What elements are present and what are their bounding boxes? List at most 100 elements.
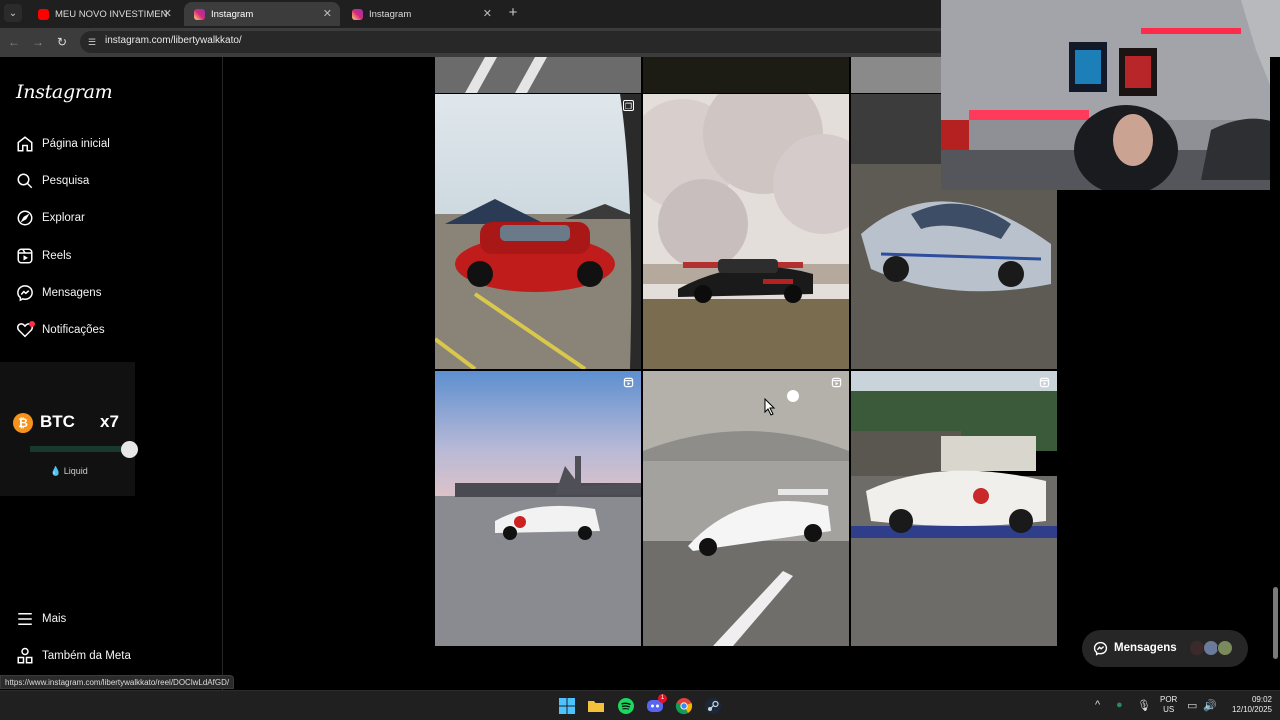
forward-arrow-icon[interactable]: → <box>30 34 46 50</box>
sidebar-item-also-from-meta[interactable]: Também da Meta <box>15 645 131 667</box>
clock-time: 09:02 <box>1251 695 1272 704</box>
post-thumbnail[interactable] <box>643 94 849 369</box>
tab-title: Instagram <box>211 8 254 20</box>
compass-icon <box>15 209 34 228</box>
red-gtr-photo <box>435 94 641 369</box>
tab-title: Instagram <box>369 8 412 20</box>
menu-icon <box>15 610 34 629</box>
f40-airfield-photo <box>435 371 641 646</box>
sidebar-item-label: Reels <box>42 250 72 262</box>
btc-multiplier: x7 <box>100 412 119 431</box>
dark-image <box>643 57 849 93</box>
page-scrollbar[interactable] <box>1270 57 1280 690</box>
btc-asset-label: BTC <box>40 412 75 431</box>
drop-icon: 💧 <box>50 466 62 476</box>
reload-icon[interactable]: ↻ <box>54 34 70 50</box>
sidebar-item-label: Também da Meta <box>42 650 131 662</box>
instagram-icon <box>352 8 363 20</box>
meta-apps-icon <box>15 647 34 666</box>
mouse-cursor-icon <box>764 398 776 416</box>
chrome-icon[interactable] <box>675 697 693 715</box>
tray-app-icon[interactable]: ● <box>1116 699 1123 711</box>
youtube-icon <box>38 8 49 20</box>
tab-instagram[interactable]: Instagram ✕ <box>342 2 500 26</box>
reel-icon <box>623 377 634 388</box>
bitcoin-icon: ₿ <box>13 413 33 433</box>
input-language[interactable]: POR US <box>1160 695 1177 715</box>
asphalt-image <box>435 57 641 93</box>
sidebar-item-notifications[interactable]: Notificações <box>15 319 105 341</box>
tab-title: MEU NOVO INVESTIMENTO NO <box>55 8 167 20</box>
scrollbar-thumb[interactable] <box>1273 587 1278 659</box>
sidebar-item-label: Mensagens <box>42 287 102 299</box>
reel-icon <box>831 377 842 388</box>
post-thumbnail-partial[interactable] <box>435 57 641 93</box>
tab-search-button[interactable]: ⌄ <box>4 4 22 22</box>
messages-label: Mensagens <box>1114 642 1177 654</box>
windows-start-icon[interactable] <box>558 697 576 715</box>
sidebar-item-reels[interactable]: Reels <box>15 245 71 267</box>
countach-tunnel-photo <box>643 371 849 646</box>
leverage-slider-track[interactable] <box>30 446 135 452</box>
instagram-icon <box>194 8 205 20</box>
close-icon[interactable]: ✕ <box>163 7 172 20</box>
silvia-trailer-photo <box>851 371 1057 646</box>
close-icon[interactable]: ✕ <box>323 7 332 20</box>
instagram-logo[interactable]: Instagram <box>16 81 113 103</box>
btc-stream-widget: ₿ BTC x7 💧 Liquid <box>0 362 139 496</box>
webcam-feed <box>941 0 1280 190</box>
home-icon <box>15 135 34 154</box>
post-thumbnail[interactable] <box>643 371 849 646</box>
notification-badge: 1 <box>658 694 667 703</box>
sidebar-item-explore[interactable]: Explorar <box>15 207 85 229</box>
reels-icon <box>15 247 34 266</box>
url-field[interactable]: ☰ instagram.com/libertywalkkato/ <box>80 31 1080 53</box>
spotify-icon[interactable] <box>617 697 635 715</box>
new-tab-button[interactable]: + <box>504 4 522 21</box>
reel-icon <box>1039 377 1050 388</box>
sidebar-item-home[interactable]: Página inicial <box>15 133 110 155</box>
search-icon <box>15 172 34 191</box>
discord-icon[interactable]: 1 <box>646 694 667 715</box>
windows-taskbar: 1 ^ ● 🎙 POR US ▭ 🔊 09:02 12/10/2025 <box>0 690 1280 720</box>
post-thumbnail[interactable] <box>851 371 1057 646</box>
steam-icon[interactable] <box>704 697 722 715</box>
liquid-brand: 💧 Liquid <box>50 466 88 477</box>
chevron-up-icon[interactable]: ^ <box>1095 699 1100 711</box>
webcam-overlay <box>941 0 1280 190</box>
sidebar-item-label: Página inicial <box>42 138 110 150</box>
carousel-icon: ❐ <box>623 100 634 111</box>
system-clock[interactable]: 09:02 12/10/2025 <box>1224 695 1272 715</box>
messenger-icon <box>15 284 34 303</box>
avatar <box>1217 640 1233 656</box>
messenger-icon <box>1093 641 1108 656</box>
sidebar-item-label: Notificações <box>42 324 105 336</box>
url-text: instagram.com/libertywalkkato/ <box>105 35 242 46</box>
tab-instagram-active[interactable]: Instagram ✕ <box>184 2 340 26</box>
sidebar-item-messages[interactable]: Mensagens <box>15 282 101 304</box>
volume-icon[interactable]: 🔊 <box>1203 699 1217 712</box>
language-code: POR <box>1160 695 1178 704</box>
post-thumbnail-partial[interactable] <box>851 57 941 93</box>
gray-image <box>851 57 941 93</box>
display-icon[interactable]: ▭ <box>1187 699 1197 712</box>
liquid-label: Liquid <box>63 466 88 476</box>
sidebar-item-label: Explorar <box>42 212 85 224</box>
close-icon[interactable]: ✕ <box>483 7 492 20</box>
sidebar-item-search[interactable]: Pesquisa <box>15 170 89 192</box>
link-status-bar: https://www.instagram.com/libertywalkkat… <box>0 675 235 689</box>
tab-youtube[interactable]: MEU NOVO INVESTIMENTO NO ✕ <box>28 2 180 26</box>
post-thumbnail[interactable]: ❐ <box>435 94 641 369</box>
microphone-icon[interactable]: 🎙 <box>1137 699 1151 712</box>
post-thumbnail-partial[interactable] <box>643 57 849 93</box>
sidebar-item-more[interactable]: Mais <box>15 608 66 630</box>
site-info-icon[interactable]: ☰ <box>86 36 98 48</box>
heart-icon <box>15 320 35 340</box>
post-thumbnail[interactable] <box>435 371 641 646</box>
file-explorer-icon[interactable] <box>587 697 605 715</box>
cherry-blossom-car-photo <box>643 94 849 369</box>
sidebar-item-label: Mais <box>42 613 67 625</box>
back-arrow-icon[interactable]: ← <box>6 34 22 50</box>
messages-floating-button[interactable]: Mensagens <box>1082 630 1248 667</box>
notification-dot <box>29 320 35 327</box>
